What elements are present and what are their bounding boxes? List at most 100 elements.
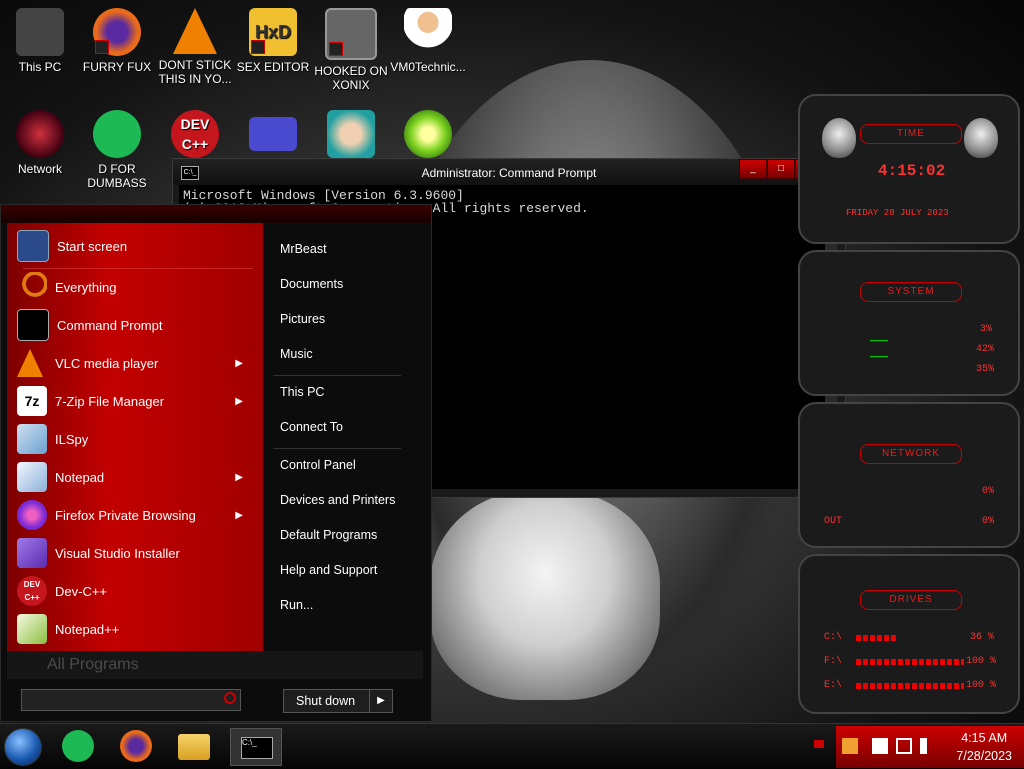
wallpaper-mask-face	[430, 490, 660, 700]
menu-link-connect-to[interactable]: Connect To	[280, 420, 343, 434]
menu-separator	[273, 375, 401, 376]
gadget-cpu-graph	[870, 340, 888, 341]
network-tray-icon[interactable]	[896, 738, 912, 754]
taskbar-explorer[interactable]	[176, 728, 216, 764]
menu-link-documents[interactable]: Documents	[280, 277, 343, 291]
computer-icon	[16, 8, 64, 56]
gadget-cpu-value: 3%	[980, 324, 993, 335]
menu-item-vs-installer[interactable]: Visual Studio Installer	[17, 536, 257, 570]
desktop-icon-hooked-on-xonix[interactable]: HOOKED ON XONIX	[313, 8, 389, 92]
menu-item-vlc[interactable]: VLC media player ▶	[17, 346, 257, 380]
desktop-icon-furry-fux[interactable]: FURRY FUX	[79, 8, 155, 74]
gadget-swap-value: 35%	[976, 364, 995, 375]
start-menu-topbar	[1, 205, 431, 223]
menu-item-firefox-private[interactable]: Firefox Private Browsing ▶	[17, 498, 257, 532]
shutdown-options-arrow-icon[interactable]: ▶	[369, 690, 392, 712]
gadget-time-heading: TIME	[860, 124, 962, 144]
gadget-network-heading: NETWORK	[860, 444, 962, 464]
elf-icon	[327, 110, 375, 158]
doctor-icon	[404, 8, 452, 56]
devcpp-icon: DEV C++	[171, 110, 219, 158]
menu-item-7zip[interactable]: 7z 7-Zip File Manager ▶	[17, 384, 257, 418]
start-search-input[interactable]	[21, 689, 241, 711]
desktop-icon-vm0technic[interactable]: VM0Technic...	[390, 8, 466, 74]
submenu-arrow-icon: ▶	[235, 357, 243, 369]
menu-link-this-pc[interactable]: This PC	[280, 385, 324, 399]
hxd-icon: HxD	[249, 8, 297, 56]
tray-app-icon[interactable]	[842, 738, 858, 754]
firefox-icon	[93, 8, 141, 56]
desktop-icon-dont-stick[interactable]: DONT STICK THIS IN YO...	[157, 8, 233, 86]
desktop-icon-lime[interactable]	[390, 110, 466, 162]
system-monitor-gadget: TIME 4:15:02 FRIDAY 28 JULY 2023 SYSTEM …	[798, 94, 1020, 714]
volume-icon[interactable]	[920, 738, 934, 754]
gadget-time: 4:15:02	[878, 162, 946, 180]
magnifier-icon	[17, 272, 47, 302]
taskbar-clock[interactable]: 4:15 AM 7/28/2023	[956, 729, 1012, 765]
tray-expand-icon[interactable]	[814, 740, 824, 748]
taskbar-firefox[interactable]	[118, 728, 158, 764]
desktop-icon-d-for-dumbass[interactable]: D FOR DUMBASS	[79, 110, 155, 190]
menu-item-notepadpp[interactable]: Notepad++	[17, 612, 257, 646]
menu-link-default-programs[interactable]: Default Programs	[280, 528, 377, 542]
desktop-icon-network[interactable]: Network	[2, 110, 78, 176]
submenu-arrow-icon: ▶	[235, 395, 243, 407]
spotify-taskbar-icon	[62, 730, 94, 762]
search-icon[interactable]	[224, 692, 236, 704]
menu-item-everything[interactable]: Everything	[17, 270, 257, 304]
menu-link-run[interactable]: Run...	[280, 598, 313, 612]
gadget-date: FRIDAY 28 JULY 2023	[846, 208, 949, 218]
gadget-drive-f-label: F:\	[824, 656, 843, 667]
all-programs-button[interactable]: All Programs	[7, 651, 423, 679]
desktop-icon-this-pc[interactable]: This PC	[2, 8, 78, 74]
menu-item-notepad[interactable]: Notepad ▶	[17, 460, 257, 494]
vlc-cone-icon	[173, 8, 217, 54]
menu-item-ilspy[interactable]: ILSpy	[17, 422, 257, 456]
card-icon	[249, 117, 297, 151]
alien-head-icon	[822, 118, 856, 158]
gadget-system-panel: SYSTEM 3% 42% 35%	[798, 250, 1020, 396]
notepad-icon	[17, 462, 47, 492]
maximize-button[interactable]: □	[767, 159, 795, 179]
menu-item-devcpp[interactable]: DEV C++ Dev-C++	[17, 574, 257, 608]
gadget-drive-f-bar	[856, 659, 964, 665]
gadget-ram-graph	[870, 356, 888, 357]
submenu-arrow-icon: ▶	[235, 471, 243, 483]
devcpp-app-icon: DEV C++	[17, 576, 47, 606]
cmd-taskbar-icon: C:\_	[241, 737, 273, 759]
menu-link-devices-printers[interactable]: Devices and Printers	[280, 493, 395, 507]
7zip-icon: 7z	[17, 386, 47, 416]
minimize-button[interactable]: _	[739, 159, 767, 179]
folder-icon	[178, 734, 210, 760]
menu-link-help-support[interactable]: Help and Support	[280, 563, 377, 577]
alien-head-icon	[964, 118, 998, 158]
gadget-time-panel: TIME 4:15:02 FRIDAY 28 JULY 2023	[798, 94, 1020, 244]
taskbar-spotify[interactable]	[60, 728, 100, 764]
vlc-icon	[17, 349, 43, 377]
menu-item-command-prompt[interactable]: Command Prompt	[17, 308, 257, 342]
gadget-net-out-label: OUT	[824, 516, 843, 527]
desktop-icon-sex-editor[interactable]: HxD SEX EDITOR	[235, 8, 311, 74]
start-button[interactable]	[4, 728, 44, 766]
taskbar-cmd[interactable]: C:\_	[230, 728, 282, 766]
desktop-icon-card[interactable]	[235, 110, 311, 155]
start-screen-icon	[17, 230, 49, 262]
desktop-icon-elf[interactable]	[313, 110, 389, 162]
clock-date: 7/28/2023	[956, 749, 1012, 763]
cmd-titlebar[interactable]: C:\_ Administrator: Command Prompt _ □ ✕	[173, 159, 845, 185]
gadget-network-panel: NETWORK 0% OUT 0%	[798, 402, 1020, 548]
menu-link-music[interactable]: Music	[280, 347, 313, 361]
gadget-drive-e-bar	[856, 683, 964, 689]
shutdown-button[interactable]: Shut down ▶	[283, 689, 393, 713]
menu-link-mrbeast[interactable]: MrBeast	[280, 242, 327, 256]
clock-time: 4:15 AM	[961, 731, 1008, 745]
start-menu: Start screen Everything Command Prompt V…	[0, 204, 432, 722]
menu-link-pictures[interactable]: Pictures	[280, 312, 325, 326]
gadget-drive-c-value: 36 %	[970, 632, 995, 643]
cmd-app-icon	[17, 309, 49, 341]
flag-icon[interactable]	[872, 738, 888, 754]
gadget-system-heading: SYSTEM	[860, 282, 962, 302]
spotify-icon	[93, 110, 141, 158]
menu-item-start-screen[interactable]: Start screen	[17, 229, 257, 263]
menu-link-control-panel[interactable]: Control Panel	[280, 458, 356, 472]
